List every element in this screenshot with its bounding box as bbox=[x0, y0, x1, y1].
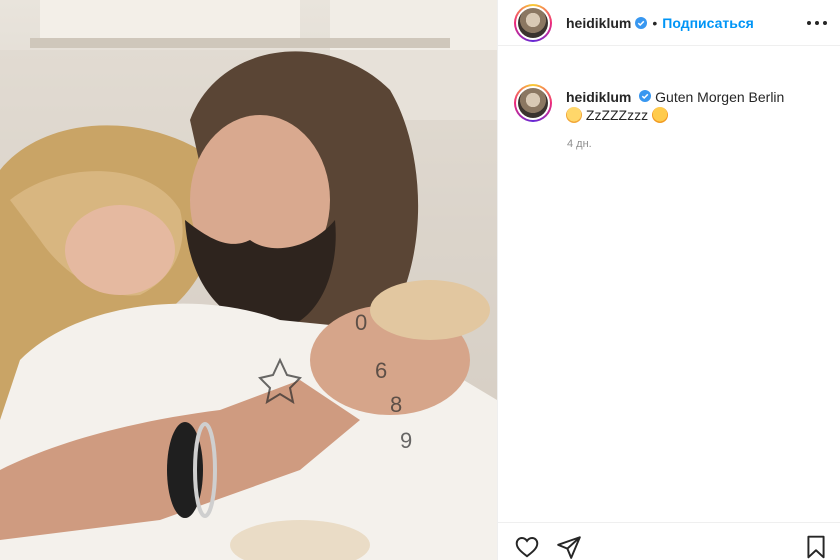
svg-text:6: 6 bbox=[375, 358, 387, 383]
avatar[interactable] bbox=[514, 3, 552, 42]
post-timestamp[interactable]: 4 дн. bbox=[567, 138, 592, 150]
caption-text: Guten Morgen Berlin bbox=[655, 89, 785, 105]
caption-body: heidiklum Guten Morgen Berlin ZzZZZzzz bbox=[566, 88, 806, 124]
post-details-panel: heidiklum • Подписаться heidiklum Guten … bbox=[497, 0, 840, 560]
bookmark-icon[interactable] bbox=[803, 534, 829, 560]
caption-zzz: ZzZZZzzz bbox=[585, 107, 649, 123]
sleeping-face-emoji bbox=[566, 107, 582, 123]
action-bar bbox=[498, 522, 840, 560]
svg-text:8: 8 bbox=[390, 392, 402, 417]
post-header: heidiklum • Подписаться bbox=[498, 0, 840, 46]
post-photo[interactable]: 0 6 8 9 bbox=[0, 0, 497, 560]
paper-plane-icon[interactable] bbox=[556, 534, 582, 560]
caption-username[interactable]: heidiklum bbox=[566, 89, 631, 105]
svg-text:9: 9 bbox=[400, 428, 412, 453]
username-link[interactable]: heidiklum bbox=[566, 15, 631, 31]
smiling-hearts-emoji bbox=[652, 107, 668, 123]
verified-badge-icon bbox=[635, 16, 648, 29]
caption-comment: heidiklum Guten Morgen Berlin ZzZZZzzz bbox=[514, 84, 806, 124]
photo-illustration: 0 6 8 9 bbox=[0, 0, 497, 560]
more-options-icon[interactable] bbox=[807, 15, 827, 31]
verified-badge-icon bbox=[639, 90, 652, 102]
separator-dot: • bbox=[652, 14, 658, 31]
heart-icon[interactable] bbox=[514, 534, 540, 560]
caption-avatar[interactable] bbox=[514, 84, 552, 122]
follow-button[interactable]: Подписаться bbox=[662, 15, 754, 31]
svg-text:0: 0 bbox=[355, 310, 367, 335]
